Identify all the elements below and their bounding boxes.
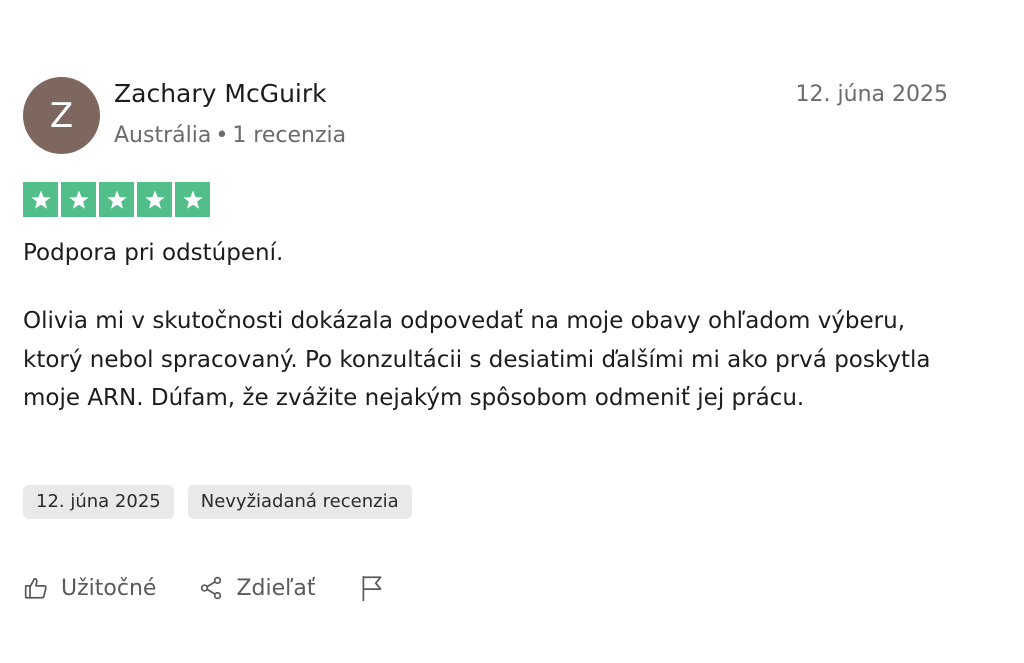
star-icon	[30, 190, 51, 209]
meta-separator: •	[215, 123, 229, 148]
review-title: Podpora pri odstúpení.	[23, 240, 284, 266]
star-5	[175, 182, 210, 217]
star-2	[61, 182, 96, 217]
review-actions: Užitočné Zdieľať	[23, 574, 385, 602]
reviewer-review-count: 1 recenzia	[232, 123, 347, 148]
thumbs-up-icon	[23, 575, 49, 601]
useful-button[interactable]: Užitočné	[23, 575, 156, 601]
star-icon	[144, 190, 165, 209]
share-button[interactable]: Zdieľať	[198, 575, 315, 601]
review-type-tag[interactable]: Nevyžiadaná recenzia	[187, 485, 412, 519]
star-icon	[106, 190, 127, 209]
avatar-initial: Z	[49, 95, 74, 136]
reviewer-country: Austrália	[114, 123, 212, 148]
avatar: Z	[23, 77, 100, 154]
reviewer-meta: Austrália • 1 recenzia	[114, 123, 346, 148]
star-icon	[68, 190, 89, 209]
share-label: Zdieľať	[236, 575, 316, 601]
star-icon	[182, 190, 203, 209]
star-rating	[23, 182, 210, 217]
share-icon	[198, 575, 224, 601]
star-3	[99, 182, 134, 217]
flag-icon	[359, 574, 385, 602]
report-button[interactable]	[359, 574, 385, 602]
star-1	[23, 182, 58, 217]
review-tags: 12. júna 2025 Nevyžiadaná recenzia	[23, 485, 412, 519]
date-of-experience-tag: 12. júna 2025	[23, 485, 174, 519]
useful-label: Užitočné	[61, 575, 157, 601]
review-date: 12. júna 2025	[795, 82, 948, 107]
review-card: Z Zachary McGuirk Austrália • 1 recenzia 1…	[0, 0, 1024, 663]
reviewer-name[interactable]: Zachary McGuirk	[114, 79, 327, 108]
review-body: Olivia mi v skutočnosti dokázala odpoved…	[23, 308, 931, 411]
star-4	[137, 182, 172, 217]
